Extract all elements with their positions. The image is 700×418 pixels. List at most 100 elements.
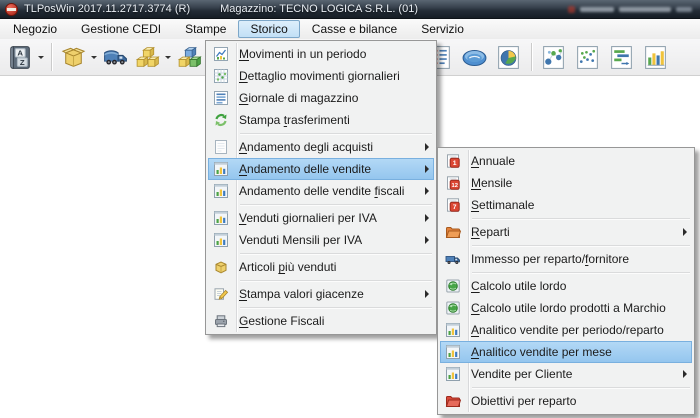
titlebar: TLPosWin 2017.11.2717.3774 (R) Magazzino… [0, 0, 700, 19]
menu-item-stampa-valori-giacenze[interactable]: Stampa valori giacenze [208, 283, 434, 305]
journal-icon [213, 90, 229, 106]
menubar-item-servizio[interactable]: Servizio [409, 20, 476, 38]
dropdown-arrow-icon[interactable] [89, 41, 99, 73]
calendar-month-icon: 12 [445, 175, 461, 191]
menu-item-andamento-delle-vendite[interactable]: Andamento delle vendite [208, 158, 434, 180]
menu-item-calcolo-utile-lordo-prodotti-a-marchio[interactable]: Calcolo utile lordo prodotti a Marchio [440, 297, 692, 319]
menu-item-label: Andamento delle vendite fiscali [239, 184, 419, 198]
blank-doc-icon [213, 139, 229, 155]
menu-item-annuale[interactable]: 1Annuale [440, 150, 692, 172]
bar-chart-doc-icon [642, 44, 669, 71]
bar-chart-icon [213, 232, 229, 248]
submenu-arrow-icon [425, 236, 429, 244]
dropdown-arrow-icon[interactable] [36, 41, 46, 73]
svg-text:7: 7 [453, 204, 457, 211]
menu-item-label: Analitico vendite per periodo/reparto [471, 323, 687, 337]
chart-doc-icon [213, 46, 229, 62]
menu-item-mensile[interactable]: 12 Mensile [440, 172, 692, 194]
menu-item-analitico-vendite-per-mese[interactable]: Analitico vendite per mese [440, 341, 692, 363]
dropdown-arrow-icon[interactable] [163, 41, 173, 73]
toolbar-button-bubble-chart[interactable] [537, 41, 569, 73]
menu-item-calcolo-utile-lordo[interactable]: Calcolo utile lordo [440, 275, 692, 297]
az-book-icon: AZ [7, 44, 34, 71]
svg-text:Z: Z [19, 58, 24, 67]
menu-item-label: Venduti giornalieri per IVA [239, 211, 419, 225]
profit-globe-icon [445, 300, 461, 316]
menu-item-obiettivi-per-reparto[interactable]: Obiettivi per reparto [440, 390, 692, 412]
menu-item-label: Andamento degli acquisti [239, 140, 419, 154]
transfer-arrows-icon [213, 112, 229, 128]
menubar-item-stampe[interactable]: Stampe [173, 20, 238, 38]
submenu-arrow-icon [425, 165, 429, 173]
toolbar-button-gantt-chart[interactable] [605, 41, 637, 73]
toolbar-button-package[interactable] [57, 41, 89, 73]
menubar-item-casse-e-bilance[interactable]: Casse e bilance [300, 20, 409, 38]
bubble-chart-icon [540, 44, 567, 71]
menubar-item-storico[interactable]: Storico [238, 20, 299, 38]
toolbar-button-pie-chart[interactable] [492, 41, 524, 73]
toolbar-button-plu-oval[interactable] [458, 41, 490, 73]
package-sm-icon [213, 259, 229, 275]
fiscal-printer-icon [213, 313, 229, 329]
menu-item-stampa-trasferimenti[interactable]: Stampa trasferimenti [208, 109, 434, 131]
menu-item-label: Mensile [471, 176, 687, 190]
toolbar-left-group: AZ [4, 39, 205, 75]
menu-item-reparti[interactable]: Reparti [440, 221, 692, 243]
submenu-arrow-icon [425, 214, 429, 222]
menu-item-label: Articoli più venduti [239, 260, 429, 274]
bar-chart-icon [213, 161, 229, 177]
menu-item-andamento-degli-acquisti[interactable]: Andamento degli acquisti [208, 136, 434, 158]
svg-text:1: 1 [453, 160, 457, 167]
menu-item-immesso-per-reparto-fornitore[interactable]: Immesso per reparto/fornitore [440, 248, 692, 270]
menu-separator [240, 307, 432, 308]
background-window-ghost [568, 3, 692, 16]
menu-item-dettaglio-movimenti-giornalieri[interactable]: Dettaglio movimenti giornalieri [208, 65, 434, 87]
toolbar-button-cubes-yellow[interactable] [131, 41, 163, 73]
menu-item-andamento-delle-vendite-fiscali[interactable]: Andamento delle vendite fiscali [208, 180, 434, 202]
bar-chart-icon [213, 183, 229, 199]
menu-item-label: Obiettivi per reparto [471, 394, 687, 408]
bar-chart-icon [445, 344, 461, 360]
submenu-arrow-icon [425, 187, 429, 195]
menubar-item-gestione-cedi[interactable]: Gestione CEDI [69, 20, 173, 38]
toolbar-button-cubes-multi[interactable] [173, 41, 205, 73]
menu-item-label: Giornale di magazzino [239, 91, 429, 105]
menu-item-articoli-pi-venduti[interactable]: Articoli più venduti [208, 256, 434, 278]
toolbar-button-scatter-chart[interactable] [571, 41, 603, 73]
menu-item-venduti-giornalieri-per-iva[interactable]: Venduti giornalieri per IVA [208, 207, 434, 229]
toolbar-button-az-book[interactable]: AZ [4, 41, 36, 73]
storico-dropdown-menu: Movimenti in un periodoDettaglio movimen… [205, 40, 437, 335]
menu-item-gestione-fiscali[interactable]: Gestione Fiscali [208, 310, 434, 332]
menu-separator [472, 218, 690, 219]
bar-chart-icon [445, 322, 461, 338]
menu-item-label: Venduti Mensili per IVA [239, 233, 419, 247]
menu-item-movimenti-in-un-periodo[interactable]: Movimenti in un periodo [208, 43, 434, 65]
menubar-item-negozio[interactable]: Negozio [1, 20, 69, 38]
menu-item-vendite-per-cliente[interactable]: Vendite per Cliente [440, 363, 692, 385]
menu-item-analitico-vendite-per-periodo-reparto[interactable]: Analitico vendite per periodo/reparto [440, 319, 692, 341]
submenu-arrow-icon [425, 143, 429, 151]
menubar: NegozioGestione CEDIStampeStoricoCasse e… [0, 19, 700, 39]
menu-separator [472, 272, 690, 273]
menu-item-label: Calcolo utile lordo [471, 279, 687, 293]
app-icon[interactable] [5, 3, 18, 16]
svg-text:A: A [17, 48, 23, 57]
toolbar-button-bar-chart-doc[interactable] [639, 41, 671, 73]
menu-item-label: Reparti [471, 225, 677, 239]
menu-item-settimanale[interactable]: 7 Settimanale [440, 194, 692, 216]
menu-item-label: Vendite per Cliente [471, 367, 677, 381]
menu-item-label: Andamento delle vendite [239, 162, 419, 176]
menu-item-label: Settimanale [471, 198, 687, 212]
toolbar-right-group [424, 39, 673, 75]
package-icon [60, 44, 87, 71]
toolbar-button-truck[interactable] [99, 41, 131, 73]
menu-separator [240, 204, 432, 205]
submenu-arrow-icon [683, 228, 687, 236]
menu-item-giornale-di-magazzino[interactable]: Giornale di magazzino [208, 87, 434, 109]
submenu-arrow-icon [683, 370, 687, 378]
toolbar-separator [531, 43, 532, 71]
profit-globe-icon [445, 278, 461, 294]
menu-item-venduti-mensili-per-iva[interactable]: Venduti Mensili per IVA [208, 229, 434, 251]
toolbar-separator [51, 43, 52, 71]
folder-red-icon [445, 393, 461, 409]
